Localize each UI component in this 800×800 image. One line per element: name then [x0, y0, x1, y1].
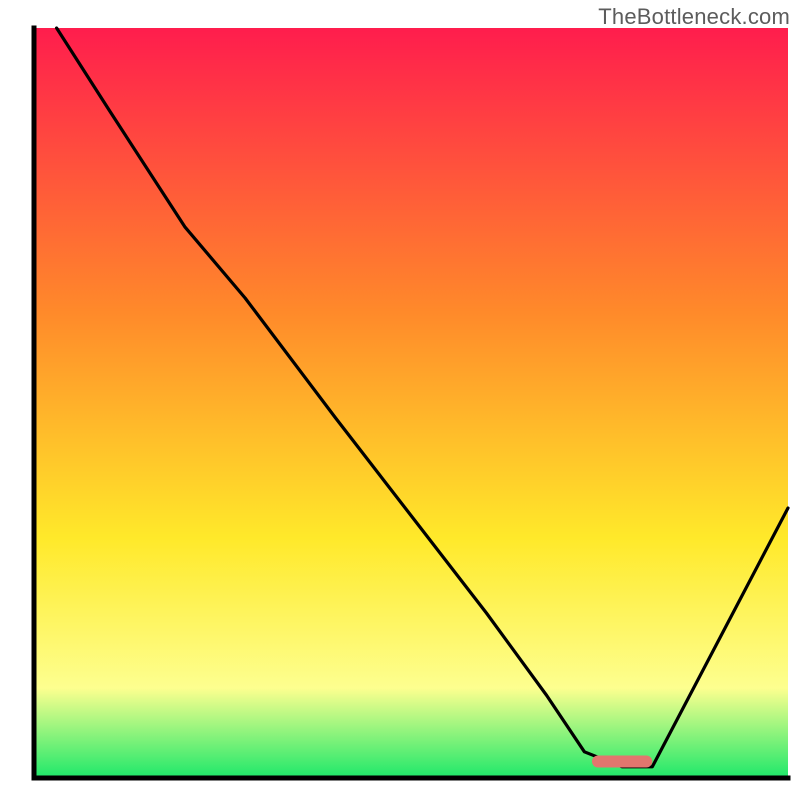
bottleneck-chart — [0, 0, 800, 800]
gradient-background — [34, 28, 788, 778]
watermark-label: TheBottleneck.com — [598, 4, 790, 30]
minimum-marker — [592, 756, 652, 768]
chart-container: TheBottleneck.com — [0, 0, 800, 800]
